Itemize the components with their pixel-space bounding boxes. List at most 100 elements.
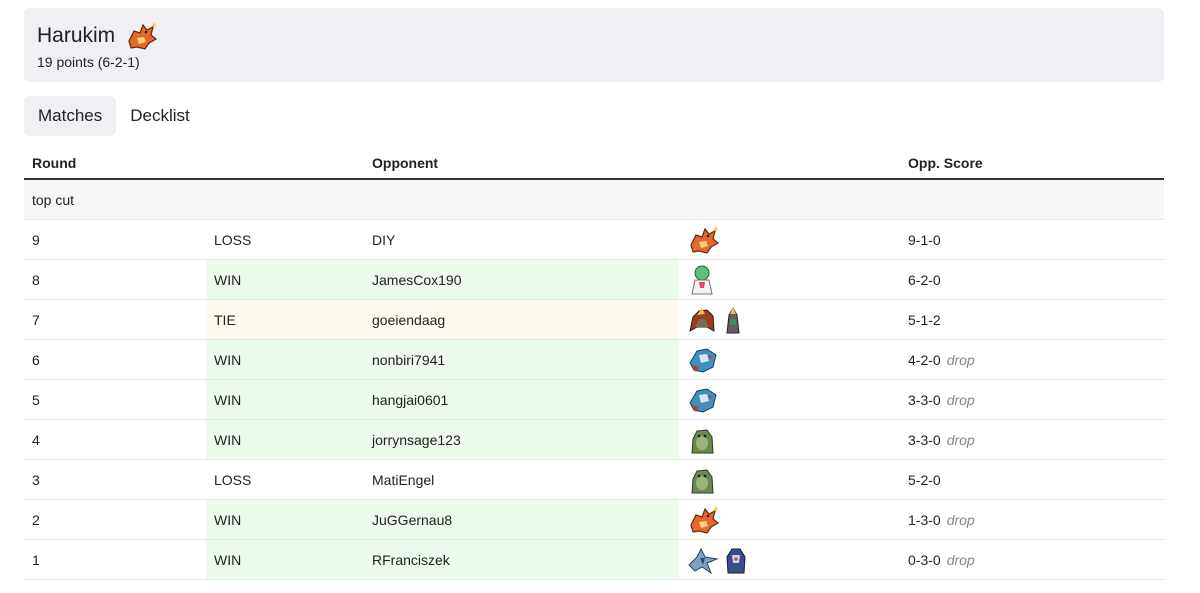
tab-decklist[interactable]: Decklist: [116, 96, 204, 136]
opponent-cell[interactable]: goeiendaag: [364, 299, 679, 340]
opp-score: 9-1-0: [908, 231, 941, 248]
result-cell: LOSS: [206, 219, 364, 260]
round-cell: 6: [24, 339, 206, 380]
table-row[interactable]: 3 LOSS MatiEngel 5-2-0: [24, 459, 1164, 500]
opp-score-cell: 1-3-0 drop: [900, 499, 1164, 540]
drop-label: drop: [946, 511, 975, 528]
opponent-cell[interactable]: DIY: [364, 219, 679, 260]
round-cell: 8: [24, 259, 206, 300]
drop-label: drop: [946, 431, 975, 448]
opp-score-cell: 5-1-2: [900, 299, 1164, 340]
deck-cell: [679, 219, 900, 260]
table-row[interactable]: 5 WIN hangjai0601 3-3-0 drop: [24, 379, 1164, 420]
round-cell: 2: [24, 499, 206, 540]
opponent-cell[interactable]: JamesCox190: [364, 259, 679, 300]
section-label: top cut: [24, 179, 1164, 220]
deck-cell: [679, 539, 900, 580]
drop-label: drop: [946, 351, 975, 368]
deck-icons: [687, 465, 892, 495]
dragapult-icon: [687, 345, 719, 375]
table-row[interactable]: 8 WIN JamesCox190 6-2-0: [24, 259, 1164, 300]
deck-cell: [679, 499, 900, 540]
opp-score-cell: 6-2-0: [900, 259, 1164, 300]
opp-score-cell: 9-1-0: [900, 219, 1164, 260]
round-cell: 5: [24, 379, 206, 420]
opp-score-cell: 4-2-0 drop: [900, 339, 1164, 380]
result-cell: WIN: [206, 379, 364, 420]
player-name: Harukim: [37, 24, 116, 47]
header-result: [206, 148, 364, 180]
tab-bar: Matches Decklist: [24, 96, 204, 136]
slowking-icon: [687, 465, 717, 495]
drop-label: drop: [946, 391, 975, 408]
result-cell: TIE: [206, 299, 364, 340]
opp-score: 0-3-0: [908, 551, 941, 568]
table-row[interactable]: 6 WIN nonbiri7941 4-2-0 drop: [24, 339, 1164, 380]
deck-cell: [679, 299, 900, 340]
header-round: Round: [24, 148, 206, 180]
opponent-cell[interactable]: jorrynsage123: [364, 419, 679, 460]
deck-icons: [687, 545, 892, 575]
round-cell: 4: [24, 419, 206, 460]
matches-table: Round Opponent Opp. Score top cut 9 LOSS D…: [24, 148, 1164, 580]
opponent-cell[interactable]: MatiEngel: [364, 459, 679, 500]
round-cell: 3: [24, 459, 206, 500]
result-cell: WIN: [206, 499, 364, 540]
kingambit-icon: [721, 305, 745, 335]
deck-icons: [687, 225, 892, 255]
opp-score: 5-2-0: [908, 471, 941, 488]
result-cell: WIN: [206, 419, 364, 460]
header-opp-score: Opp. Score: [900, 148, 1164, 180]
opp-score-cell: 5-2-0: [900, 459, 1164, 500]
deck-cell: [679, 259, 900, 300]
charizard-icon: [687, 225, 721, 255]
result-cell: WIN: [206, 339, 364, 380]
round-cell: 7: [24, 299, 206, 340]
opponent-cell[interactable]: hangjai0601: [364, 379, 679, 420]
table-row[interactable]: 4 WIN jorrynsage123 3-3-0 drop: [24, 419, 1164, 460]
opponent-cell[interactable]: nonbiri7941: [364, 339, 679, 380]
opp-score: 3-3-0: [908, 431, 941, 448]
opp-score-cell: 3-3-0 drop: [900, 379, 1164, 420]
deck-icons: [687, 264, 892, 296]
header-deck: [679, 148, 900, 180]
table-row[interactable]: 7 TIE goeiendaag 5-1-2: [24, 299, 1164, 340]
section-row-top-cut: top cut: [24, 179, 1164, 220]
opp-score-cell: 0-3-0 drop: [900, 539, 1164, 580]
deck-icons: [687, 305, 892, 335]
archaludon-icon: [723, 545, 749, 575]
deck-cell: [679, 339, 900, 380]
charizard-icon: [125, 21, 159, 51]
entei-icon: [687, 305, 717, 335]
dragapult-icon: [687, 385, 719, 415]
charizard-icon: [687, 505, 721, 535]
table-row[interactable]: 1 WIN RFranciszek 0-3-0 drop: [24, 539, 1164, 580]
opp-score-cell: 3-3-0 drop: [900, 419, 1164, 460]
gardevoir-icon: [687, 264, 717, 296]
tab-matches[interactable]: Matches: [24, 96, 117, 136]
opp-score: 6-2-0: [908, 271, 941, 288]
slowking-icon: [687, 425, 717, 455]
round-cell: 1: [24, 539, 206, 580]
deck-cell: [679, 459, 900, 500]
deck-icons: [687, 505, 892, 535]
deck-icons: [687, 345, 892, 375]
deck-icons: [687, 425, 892, 455]
opp-score: 4-2-0: [908, 351, 941, 368]
round-cell: 9: [24, 219, 206, 260]
result-cell: WIN: [206, 539, 364, 580]
opp-score: 3-3-0: [908, 391, 941, 408]
player-points: 19 points (6-2-1): [37, 54, 140, 70]
lugia-icon: [687, 545, 719, 575]
deck-cell: [679, 419, 900, 460]
table-row[interactable]: 2 WIN JuGGernau8 1-3-0 drop: [24, 499, 1164, 540]
table-row[interactable]: 9 LOSS DIY 9-1-0: [24, 219, 1164, 260]
opp-score: 1-3-0: [908, 511, 941, 528]
drop-label: drop: [946, 551, 975, 568]
deck-icons: [687, 385, 892, 415]
result-cell: WIN: [206, 259, 364, 300]
opp-score: 5-1-2: [908, 311, 941, 328]
opponent-cell[interactable]: RFranciszek: [364, 539, 679, 580]
opponent-cell[interactable]: JuGGernau8: [364, 499, 679, 540]
deck-cell: [679, 379, 900, 420]
